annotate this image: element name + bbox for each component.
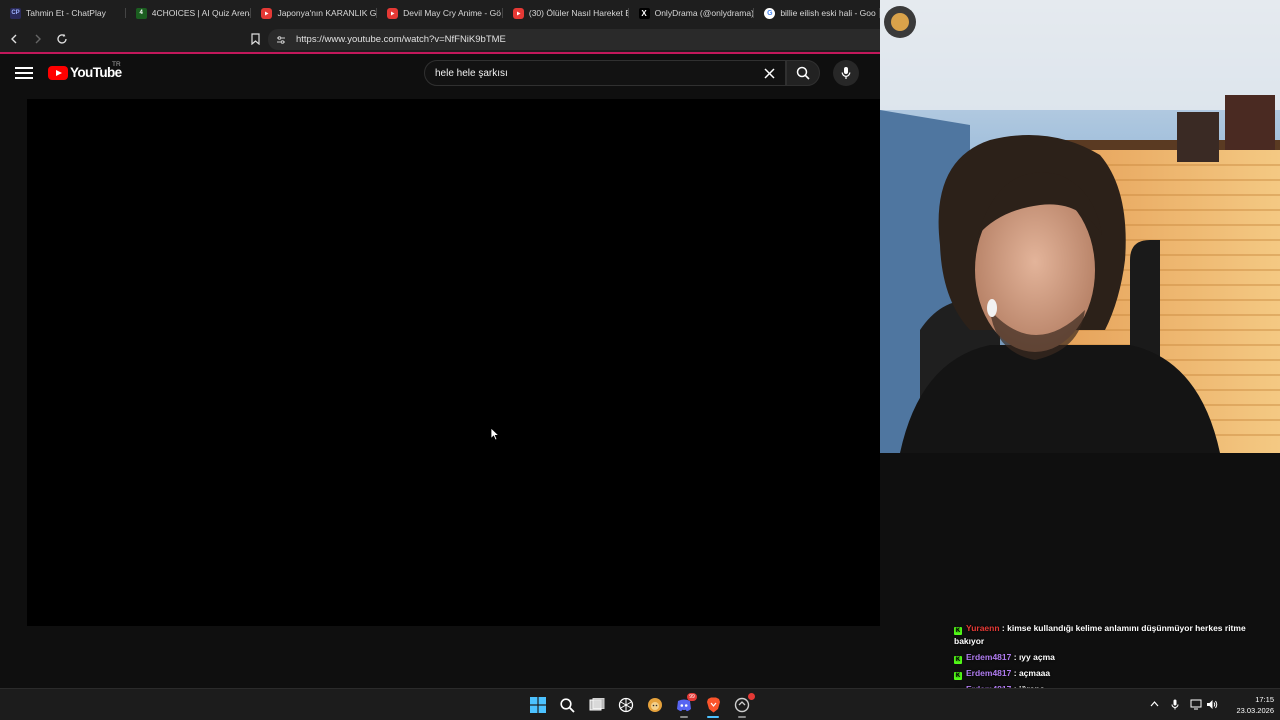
tab-title: Devil May Cry Anime - Gö <box>403 8 501 18</box>
chat-username: Yuraenn <box>966 623 1000 633</box>
youtube-icon <box>261 7 273 19</box>
discord-notification-badge: 99 <box>687 693 697 701</box>
close-icon <box>763 67 775 79</box>
webcam-overlay <box>880 0 1280 453</box>
chat-username: Erdem4817 <box>966 652 1012 662</box>
taskbar-brave[interactable] <box>702 694 724 718</box>
tab-google-billie[interactable]: G billie eilish eski hali - Goo <box>754 0 880 26</box>
app-icon <box>734 697 750 713</box>
bookmark-button[interactable] <box>247 30 263 48</box>
region-code: TR <box>112 61 121 68</box>
4choices-icon: 4 <box>135 7 147 19</box>
voice-search-button[interactable] <box>833 60 859 86</box>
tab-chatplay[interactable]: CP Tahmin Et - ChatPlay <box>0 0 126 26</box>
windows-start-icon <box>530 697 546 713</box>
youtube-icon <box>387 7 399 19</box>
youtube-play-icon <box>48 65 68 80</box>
browser-toolbar: https://www.youtube.com/watch?v=NfFNiK9b… <box>0 26 880 54</box>
tray-network[interactable] <box>1189 697 1203 711</box>
forward-button[interactable] <box>28 29 48 49</box>
microphone-icon <box>841 67 851 79</box>
windows-taskbar: 99 17:15 23.03.2026 <box>0 688 1280 720</box>
chatplay-icon: CP <box>10 7 21 19</box>
speaker-icon <box>1207 699 1218 709</box>
clear-search-button[interactable] <box>759 63 779 83</box>
tab-title: 4CHOICES | AI Quiz Arena <box>151 8 252 18</box>
active-indicator <box>707 716 719 718</box>
search-input[interactable]: hele hele şarkısı <box>435 68 759 79</box>
back-button[interactable] <box>4 29 24 49</box>
chatgpt-icon <box>618 697 634 713</box>
google-icon: G <box>764 7 776 19</box>
tray-volume[interactable] <box>1205 697 1219 711</box>
tab-title: billie eilish eski hali - Goo <box>780 8 876 18</box>
youtube-header: YouTube TR hele hele şarkısı <box>0 56 880 90</box>
clock-date: 23.03.2026 <box>1236 706 1274 715</box>
reload-icon <box>57 33 67 44</box>
tab-title: Tahmin Et - ChatPlay <box>26 8 106 18</box>
search-icon <box>796 66 810 80</box>
chevron-left-icon <box>11 34 17 44</box>
url-text: https://www.youtube.com/watch?v=NfFNiK9b… <box>296 34 506 45</box>
running-indicator <box>738 716 746 718</box>
hamburger-menu-button[interactable] <box>14 64 34 82</box>
lion-app-icon <box>648 698 662 712</box>
taskbar-chatgpt[interactable] <box>615 694 637 716</box>
system-clock[interactable]: 17:15 23.03.2026 <box>1222 694 1274 716</box>
brave-icon <box>706 697 720 713</box>
menu-line <box>15 77 33 79</box>
tray-microphone[interactable] <box>1168 697 1182 711</box>
youtube-logo[interactable]: YouTube TR <box>48 61 122 80</box>
browser-tab-strip: CP Tahmin Et - ChatPlay 4 4CHOICES | AI … <box>0 0 880 26</box>
clock-time: 17:15 <box>1255 695 1274 704</box>
taskbar-search-button[interactable] <box>556 694 578 716</box>
chat-text: : ıyy açma <box>1013 652 1055 662</box>
menu-line <box>15 67 33 69</box>
chevron-right-icon <box>35 34 41 44</box>
kick-badge-icon: K <box>954 656 962 664</box>
taskbar-discord[interactable]: 99 <box>673 693 697 718</box>
search-icon <box>559 697 575 713</box>
webcam-image <box>880 0 1280 453</box>
search-button[interactable] <box>786 60 820 86</box>
chat-message: K Yuraenn : kimse kullandığı kelime anlam… <box>954 622 1254 648</box>
screen: CP Tahmin Et - ChatPlay 4 4CHOICES | AI … <box>0 0 1280 720</box>
youtube-icon <box>512 7 524 19</box>
mouse-cursor-icon <box>490 427 500 441</box>
site-settings-icon[interactable] <box>274 33 288 47</box>
taskbar-lion-app[interactable] <box>644 694 666 716</box>
video-player[interactable] <box>27 99 880 626</box>
notification-dot <box>748 693 755 700</box>
chat-username: Erdem4817 <box>966 668 1012 678</box>
search-box[interactable]: hele hele şarkısı <box>424 60 786 86</box>
tab-title: OnlyDrama (@onlydrama) <box>654 8 754 18</box>
task-view-icon <box>589 698 605 711</box>
tab-x-onlydrama[interactable]: X OnlyDrama (@onlydrama) <box>629 0 755 26</box>
tab-title: (30) Ölüler Nasıl Hareket E <box>528 8 629 18</box>
kick-badge-icon: K <box>954 627 962 635</box>
windows-start-button[interactable] <box>527 694 549 716</box>
tab-4choices[interactable]: 4 4CHOICES | AI Quiz Arena <box>126 0 252 26</box>
reload-button[interactable] <box>52 29 72 49</box>
bookmark-icon <box>250 33 260 45</box>
x-icon: X <box>638 7 650 19</box>
microphone-icon <box>1171 699 1179 709</box>
task-view-button[interactable] <box>586 694 608 716</box>
chat-text: : açmaaa <box>1013 668 1051 678</box>
chat-message: K Erdem4817 : ıyy açma <box>954 651 1254 664</box>
taskbar-app[interactable] <box>731 693 755 718</box>
tray-overflow-button[interactable] <box>1147 697 1161 711</box>
network-icon <box>1190 699 1202 709</box>
kick-badge-icon: K <box>954 672 962 680</box>
chat-message: K Erdem4817 : açmaaa <box>954 667 1254 680</box>
address-bar[interactable]: https://www.youtube.com/watch?v=NfFNiK9b… <box>268 29 880 50</box>
chevron-up-icon <box>1150 701 1158 707</box>
tab-youtube-devilmaycry[interactable]: Devil May Cry Anime - Gö <box>377 0 503 26</box>
tab-youtube-oluler[interactable]: (30) Ölüler Nasıl Hareket E <box>503 0 629 26</box>
running-indicator <box>680 716 688 718</box>
menu-line <box>15 72 33 74</box>
tab-title: Japonya'nın KARANLIK Ge <box>277 8 378 18</box>
tab-youtube-japonya[interactable]: Japonya'nın KARANLIK Ge <box>251 0 377 26</box>
